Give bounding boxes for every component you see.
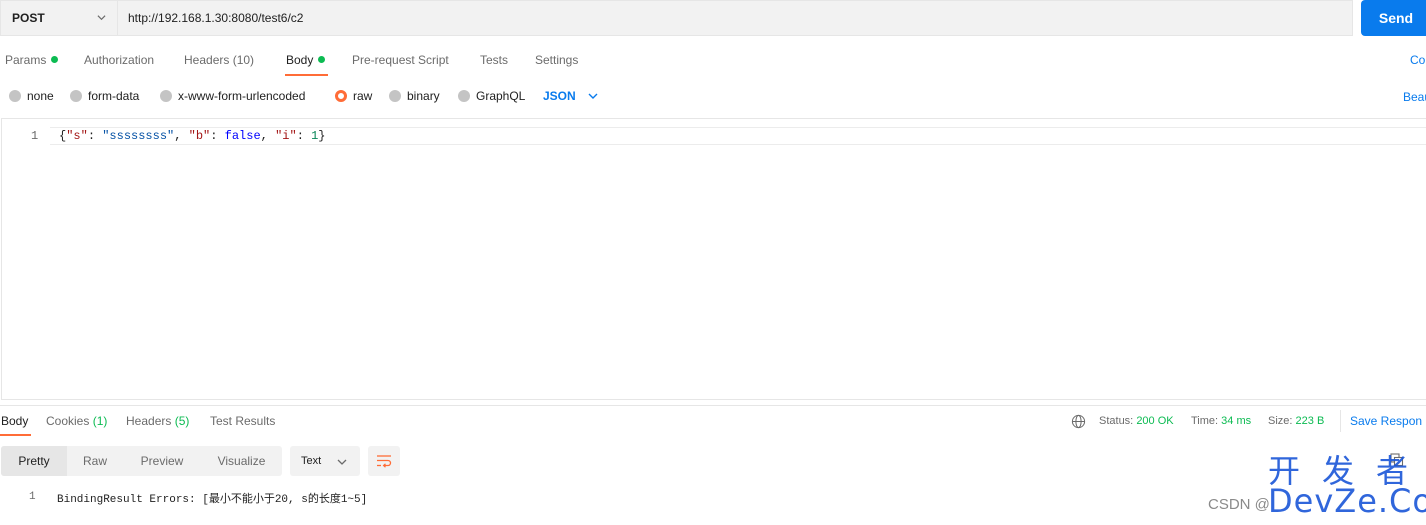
url-input[interactable]: http://192.168.1.30:8080/test6/c2 (117, 0, 1353, 36)
token-brace-close: } (318, 129, 326, 143)
tab-body[interactable]: Body (286, 53, 326, 67)
token-key-s: "s" (66, 129, 88, 143)
meta-separator (1340, 410, 1341, 432)
token-key-i: "i" (275, 129, 297, 143)
format-select[interactable]: Text (290, 446, 360, 476)
time-label: Time: (1191, 415, 1219, 427)
wrap-lines-button[interactable] (368, 446, 400, 476)
language-select[interactable]: JSON (543, 89, 598, 103)
size-label: Size: (1268, 415, 1293, 427)
response-active-tab-indicator (0, 434, 31, 436)
radio-off-icon (160, 90, 172, 102)
tab-params[interactable]: Params (5, 53, 59, 67)
tab-headers-count: (10) (232, 53, 255, 67)
response-tab-cookies[interactable]: Cookies (1) (46, 414, 107, 428)
tab-headers[interactable]: Headers (10) (184, 53, 254, 67)
token-comma: , (260, 129, 276, 143)
tab-body-label: Body (286, 53, 314, 67)
view-raw-button[interactable]: Raw (67, 446, 123, 476)
response-time[interactable]: Time: 34 ms (1191, 415, 1251, 427)
csdn-watermark: CSDN @ (1208, 496, 1270, 513)
token-value-b: false (224, 129, 261, 143)
status-label: Status: (1099, 415, 1134, 427)
size-value: 223 B (1295, 415, 1325, 427)
send-button[interactable]: Send (1361, 0, 1426, 36)
url-value: http://192.168.1.30:8080/test6/c2 (128, 11, 304, 25)
editor-line-number: 1 (31, 129, 39, 143)
token-value-s: "ssssssss" (102, 129, 175, 143)
method-value: POST (12, 11, 45, 25)
language-value: JSON (543, 89, 576, 103)
body-active-dot-icon (318, 56, 326, 64)
radio-binary[interactable]: binary (389, 89, 440, 103)
radio-none[interactable]: none (9, 89, 54, 103)
tab-params-label: Params (5, 53, 47, 67)
response-body-text: BindingResult Errors: [最小不能小于20, s的长度1~5… (57, 494, 368, 506)
radio-urlencoded[interactable]: x-www-form-urlencoded (160, 89, 305, 103)
radio-form-data-label: form-data (88, 89, 140, 103)
token-colon: : (87, 129, 103, 143)
view-pretty-button[interactable]: Pretty (1, 446, 67, 476)
response-tab-body[interactable]: Body (1, 414, 28, 428)
radio-urlencoded-label: x-www-form-urlencoded (178, 89, 306, 103)
devze-watermark: 开发者 DevZe.CoM (1268, 455, 1426, 517)
response-tab-headers-label: Headers (126, 414, 172, 428)
radio-graphql[interactable]: GraphQL (458, 89, 525, 103)
token-colon: : (296, 129, 312, 143)
editor-code-line[interactable]: {"s": "ssssssss", "b": false, "i": 1} (59, 129, 326, 143)
active-tab-indicator (285, 74, 328, 76)
radio-on-icon (335, 90, 347, 102)
token-colon: : (210, 129, 225, 143)
time-value: 34 ms (1221, 415, 1252, 427)
radio-off-icon (9, 90, 21, 102)
chevron-down-icon (97, 15, 106, 21)
response-size[interactable]: Size: 223 B (1268, 415, 1324, 427)
request-body-editor[interactable]: 1 {"s": "ssssssss", "b": false, "i": 1} (1, 118, 1426, 400)
token-comma: , (174, 129, 189, 143)
response-tab-test-results[interactable]: Test Results (210, 414, 275, 428)
params-active-dot-icon (51, 56, 59, 64)
response-line-number: 1 (29, 491, 36, 503)
devze-watermark-en: DevZe.CoM (1268, 482, 1426, 520)
format-value: Text (301, 455, 322, 467)
response-tab-cookies-label: Cookies (46, 414, 90, 428)
chevron-down-icon (588, 93, 598, 99)
radio-binary-label: binary (407, 89, 440, 103)
view-visualize-button[interactable]: Visualize (201, 446, 282, 476)
response-tab-headers[interactable]: Headers (5) (126, 414, 189, 428)
radio-none-label: none (27, 89, 54, 103)
save-response-button[interactable]: Save Respon (1350, 414, 1422, 428)
pane-divider[interactable] (0, 405, 1426, 406)
beautify-link[interactable]: Beau (1403, 90, 1426, 104)
response-tab-cookies-count: (1) (92, 414, 108, 428)
radio-off-icon (70, 90, 82, 102)
view-preview-button[interactable]: Preview (123, 446, 201, 476)
radio-off-icon (389, 90, 401, 102)
tab-headers-label: Headers (184, 53, 230, 67)
tab-pre-request-script[interactable]: Pre-request Script (352, 53, 449, 67)
cookies-link[interactable]: Co (1410, 53, 1425, 67)
response-tab-headers-count: (5) (174, 414, 190, 428)
chevron-down-icon (337, 459, 347, 465)
tab-settings[interactable]: Settings (535, 53, 578, 67)
method-select[interactable]: POST (0, 0, 117, 36)
response-status[interactable]: Status: 200 OK (1099, 415, 1174, 427)
radio-form-data[interactable]: form-data (70, 89, 139, 103)
radio-raw[interactable]: raw (335, 89, 372, 103)
tab-authorization[interactable]: Authorization (84, 53, 154, 67)
tab-tests[interactable]: Tests (480, 53, 508, 67)
radio-graphql-label: GraphQL (476, 89, 526, 103)
radio-raw-label: raw (353, 89, 373, 103)
radio-off-icon (458, 90, 470, 102)
status-value: 200 OK (1136, 415, 1174, 427)
globe-icon[interactable] (1071, 414, 1086, 429)
wrap-lines-icon (377, 455, 392, 468)
token-key-b: "b" (188, 129, 211, 143)
